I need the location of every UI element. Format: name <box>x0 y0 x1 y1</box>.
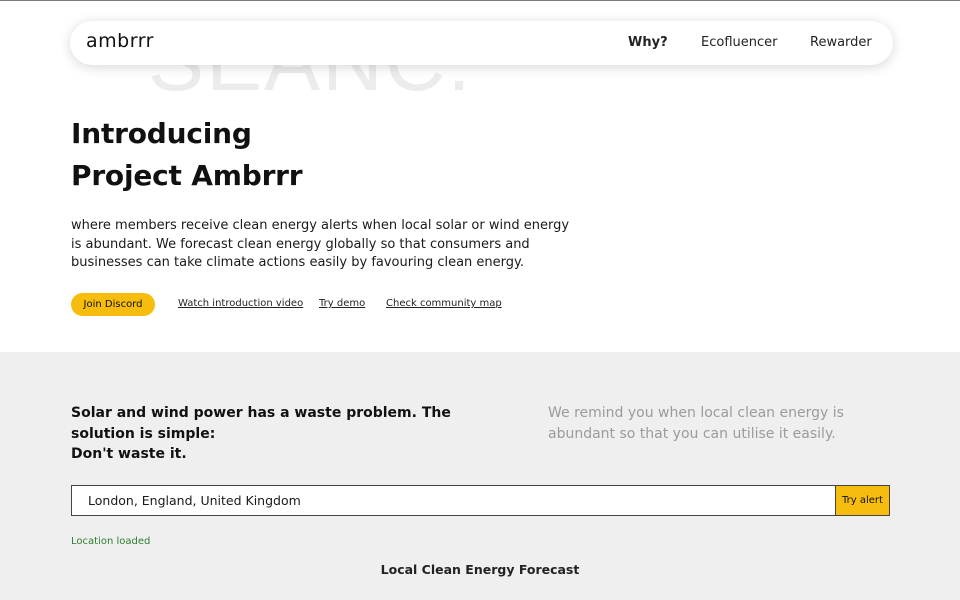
location-status: Location loaded <box>71 536 151 547</box>
problem-line-2: solution is simple: <box>71 425 216 442</box>
problem-statement: Solar and wind power has a waste problem… <box>71 403 461 465</box>
nav-link-why[interactable]: Why? <box>628 35 668 50</box>
alert-section: Solar and wind power has a waste problem… <box>0 352 960 600</box>
watch-video-link[interactable]: Watch introduction video <box>178 298 303 309</box>
hero-title-line-1: Introducing <box>71 117 252 150</box>
hero-section: SEANC. ambrrr Why? Ecofluencer Rewarder … <box>0 1 960 352</box>
join-discord-button[interactable]: Join Discord <box>71 293 155 316</box>
try-demo-link[interactable]: Try demo <box>319 298 365 309</box>
location-input[interactable] <box>72 486 836 515</box>
try-alert-button[interactable]: Try alert <box>835 486 889 515</box>
problem-line-3: Don't waste it. <box>71 446 187 462</box>
forecast-heading: Local Clean Energy Forecast <box>380 562 580 577</box>
hero-title: Introducing Project Ambrrr <box>71 113 303 197</box>
hero-description: where members receive clean energy alert… <box>71 218 570 270</box>
reminder-text: We remind you when local clean energy is… <box>548 405 844 442</box>
logo[interactable]: ambrrr <box>86 30 154 52</box>
nav-link-rewarder[interactable]: Rewarder <box>810 35 872 50</box>
navbar: ambrrr Why? Ecofluencer Rewarder <box>70 21 893 65</box>
location-search-box: Try alert <box>71 485 890 516</box>
problem-line-1: Solar and wind power has a waste problem… <box>71 405 451 421</box>
nav-link-ecofluencer[interactable]: Ecofluencer <box>701 35 777 50</box>
hero-title-line-2: Project Ambrrr <box>71 159 303 192</box>
community-map-link[interactable]: Check community map <box>386 298 502 309</box>
